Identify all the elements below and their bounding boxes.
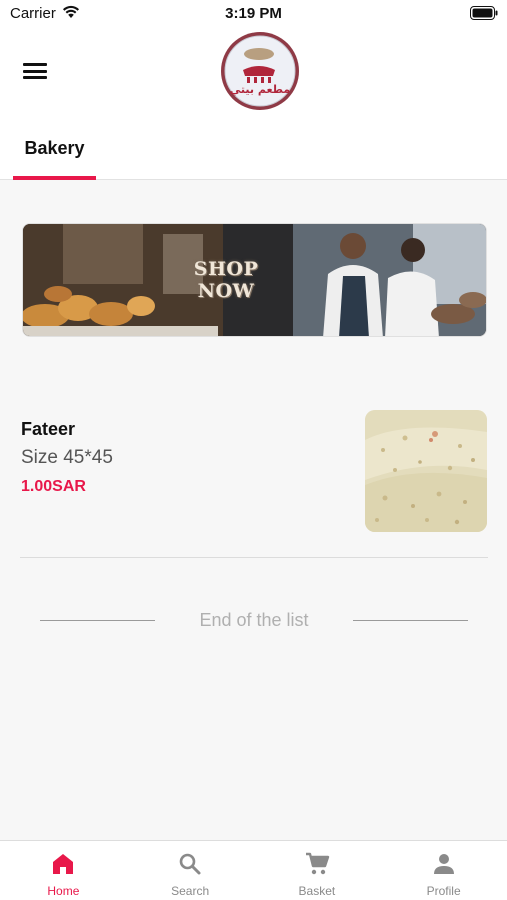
nav-basket-label: Basket — [298, 884, 336, 898]
product-image[interactable] — [365, 410, 487, 532]
shop-now-banner[interactable]: SHOP NOW — [22, 223, 487, 337]
nav-search[interactable]: Search — [127, 841, 254, 900]
person-icon — [433, 854, 454, 874]
tab-label: Bakery — [24, 138, 85, 158]
product-name: Fateer — [21, 419, 76, 439]
status-bar: Carrier 3:19 PM — [0, 0, 507, 28]
divider-line — [353, 620, 468, 621]
logo-text: مطعم بيتي — [230, 83, 290, 96]
battery-icon — [470, 6, 498, 20]
logo[interactable]: مطعم بيتي — [221, 32, 299, 110]
hamburger-menu-icon — [23, 63, 47, 66]
logo-image: مطعم بيتي — [224, 35, 296, 107]
product-item[interactable]: Fateer Size 45*45 1.00SAR — [20, 405, 488, 558]
banner-text: SHOP NOW — [193, 258, 259, 302]
home-icon — [53, 854, 74, 874]
product-price: 1.00SAR — [21, 478, 86, 495]
nav-basket[interactable]: Basket — [254, 841, 381, 900]
nav-profile[interactable]: Profile — [380, 841, 507, 900]
product-size: Size 45*45 — [21, 447, 113, 468]
search-icon — [179, 853, 201, 875]
cart-icon — [305, 852, 330, 875]
nav-home[interactable]: Home — [0, 841, 127, 900]
menu-button[interactable] — [22, 60, 48, 82]
end-of-list: End of the list — [40, 608, 468, 632]
category-tab-bar: Bakery — [0, 120, 507, 180]
bottom-navigation: Home Search Basket Profile — [0, 840, 507, 900]
tab-active-indicator — [13, 176, 96, 180]
fateer-bread-image — [365, 410, 487, 532]
nav-search-label: Search — [171, 884, 210, 898]
status-time: 3:19 PM — [225, 5, 282, 22]
nav-profile-label: Profile — [426, 884, 461, 898]
tab-bakery[interactable]: Bakery — [13, 120, 96, 180]
app-header: مطعم بيتي — [0, 28, 507, 120]
nav-home-label: Home — [47, 884, 80, 898]
